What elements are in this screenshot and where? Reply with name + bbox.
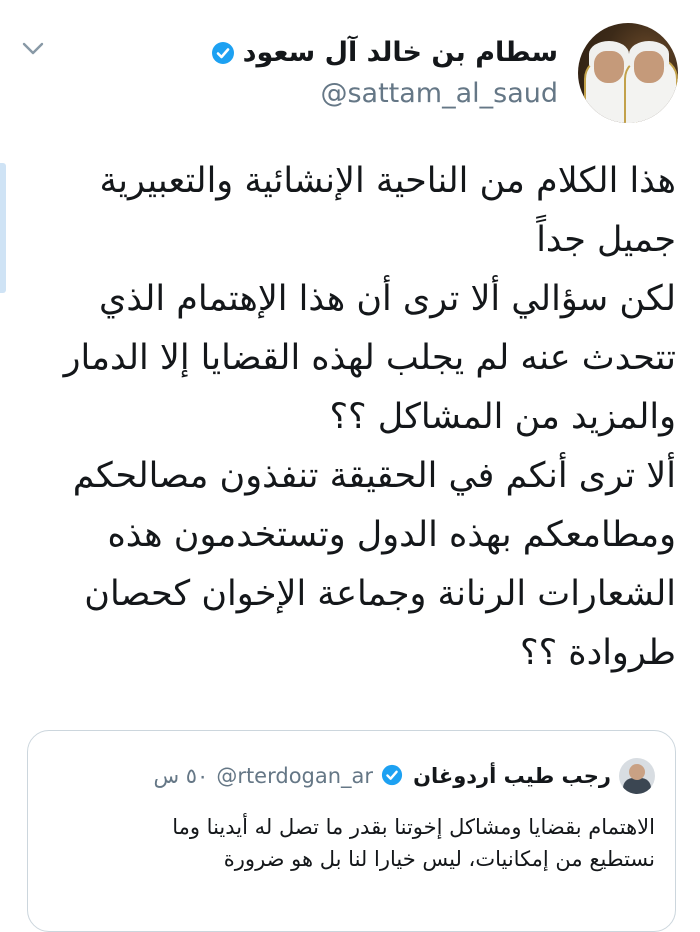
verified-badge-icon bbox=[381, 764, 405, 788]
quoted-display-name: رجب طيب أردوغان bbox=[413, 764, 611, 788]
quoted-avatar-face bbox=[629, 764, 645, 780]
quoted-timestamp: ٥٠ س bbox=[153, 764, 209, 788]
tweet-text-line: تتحدث عنه لم يجلب لهذه القضايا إلا الدما… bbox=[63, 338, 676, 378]
tweet-text-line: ومطامعكم بهذه الدول وتستخدمون هذه bbox=[107, 515, 676, 555]
quoted-handle: @rterdogan_ar bbox=[216, 764, 374, 788]
tweet-text-line: جميل جداً bbox=[536, 220, 676, 260]
avatar[interactable] bbox=[578, 23, 678, 123]
scroll-indicator bbox=[0, 163, 6, 293]
quoted-tweet-body: الاهتمام بقضايا ومشاكل إخوتنا بقدر ما تص… bbox=[50, 811, 655, 875]
chevron-down-icon[interactable] bbox=[20, 36, 46, 62]
display-name[interactable]: سطام بن خالد آل سعود bbox=[243, 37, 558, 68]
verified-badge-icon bbox=[211, 41, 235, 65]
quoted-avatar bbox=[619, 758, 655, 794]
quoted-text-line: الاهتمام بقضايا ومشاكل إخوتنا بقدر ما تص… bbox=[172, 815, 655, 839]
tweet-body: هذا الكلام من الناحية الإنشائية والتعبير… bbox=[40, 152, 676, 683]
tweet-text-line: والمزيد من المشاكل ؟؟ bbox=[329, 397, 676, 437]
tweet-text-line: الشعارات الرنانة وجماعة الإخوان كحصان bbox=[84, 574, 676, 614]
tweet-text-line: ألا ترى أنكم في الحقيقة تنفذون مصالحكم bbox=[72, 456, 676, 496]
tweet-header: سطام بن خالد آل سعود @sattam_al_saud bbox=[211, 18, 678, 128]
avatar-face-left bbox=[594, 51, 624, 83]
tweet-text-line: هذا الكلام من الناحية الإنشائية والتعبير… bbox=[99, 161, 676, 201]
name-row: سطام بن خالد آل سعود bbox=[211, 37, 558, 68]
quoted-text-line: نستطيع من إمكانيات، ليس خيارا لنا بل هو … bbox=[223, 847, 655, 871]
tweet-text-line: لكن سؤالي ألا ترى أن هذا الإهتمام الذي bbox=[98, 279, 676, 319]
quoted-tweet-header: رجب طيب أردوغان @rterdogan_ar ٥٠ س bbox=[153, 751, 655, 801]
tweet-text-line: طروادة ؟؟ bbox=[520, 633, 676, 673]
avatar-face-right bbox=[634, 51, 664, 83]
user-handle[interactable]: @sattam_al_saud bbox=[320, 78, 558, 109]
user-info: سطام بن خالد آل سعود @sattam_al_saud bbox=[211, 37, 558, 109]
quoted-avatar-suit bbox=[623, 778, 651, 794]
